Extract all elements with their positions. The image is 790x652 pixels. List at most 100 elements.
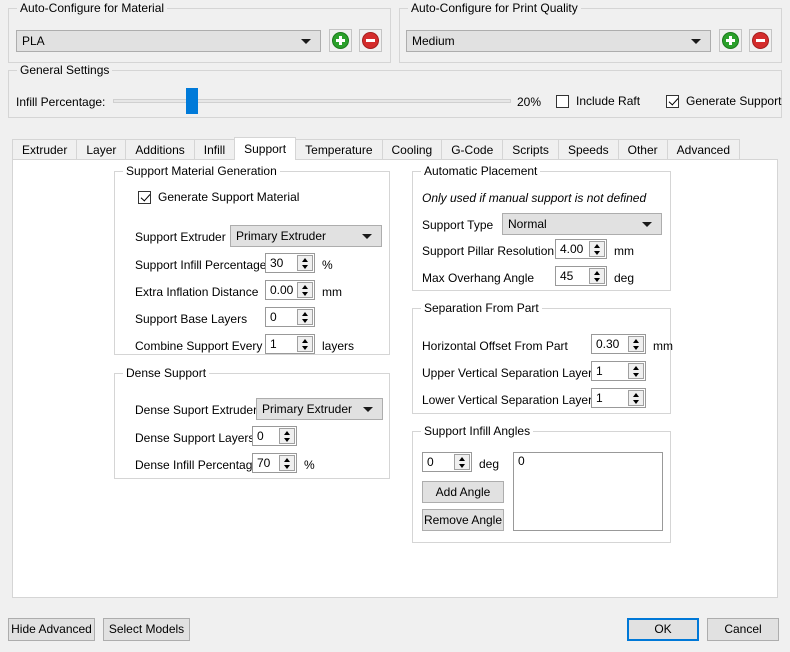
spin-up-icon[interactable] [629, 391, 643, 398]
tab-label: Other [627, 143, 658, 157]
dense-infill-percentage-spinbox[interactable]: 70 [252, 453, 297, 473]
tab-infill[interactable]: Infill [193, 139, 236, 160]
spin-down-icon[interactable] [298, 317, 312, 324]
horizontal-offset-spinbox[interactable]: 0.30 [591, 334, 646, 354]
tab-label: Scripts [512, 143, 549, 157]
tab-temperature[interactable]: Temperature [295, 139, 383, 160]
support-infill-angles-list[interactable]: 0 [513, 452, 663, 531]
dense-support-layers-spinbox[interactable]: 0 [252, 426, 297, 446]
support-type-label: Support Type [422, 218, 494, 232]
add-quality-button[interactable] [719, 29, 742, 52]
spin-up-icon[interactable] [280, 456, 294, 463]
spin-down-icon[interactable] [590, 249, 604, 256]
add-angle-button[interactable]: Add Angle [422, 481, 504, 503]
spinner-buttons[interactable] [628, 363, 644, 379]
tab-gcode[interactable]: G-Code [441, 139, 504, 160]
select-models-button[interactable]: Select Models [103, 618, 190, 641]
support-type-combobox[interactable]: Normal [502, 213, 662, 235]
support-extruder-value: Primary Extruder [236, 229, 327, 243]
tab-speeds[interactable]: Speeds [557, 139, 619, 160]
spin-down-icon[interactable] [280, 436, 294, 443]
tab-scripts[interactable]: Scripts [502, 139, 559, 160]
support-pillar-resolution-label: Support Pillar Resolution [422, 244, 555, 258]
spin-down-icon[interactable] [280, 463, 294, 470]
combine-support-every-spinbox[interactable]: 1 [265, 334, 315, 354]
remove-material-button[interactable] [359, 29, 382, 52]
spinner-buttons[interactable] [454, 454, 470, 470]
spin-up-icon[interactable] [590, 242, 604, 249]
material-combobox-value: PLA [22, 34, 45, 48]
automatic-placement-title: Automatic Placement [421, 165, 541, 178]
support-base-layers-spinbox[interactable]: 0 [265, 307, 315, 327]
spin-up-icon[interactable] [298, 337, 312, 344]
cancel-button[interactable]: Cancel [707, 618, 779, 641]
tab-extruder[interactable]: Extruder [12, 139, 78, 160]
chevron-down-icon [301, 39, 311, 44]
support-pillar-resolution-spinbox[interactable]: 4.00 [555, 239, 607, 259]
angle-spinbox[interactable]: 0 [422, 452, 472, 472]
spin-up-icon[interactable] [298, 256, 312, 263]
infill-percentage-slider-thumb[interactable] [186, 88, 198, 114]
spinner-buttons[interactable] [589, 241, 605, 257]
extra-inflation-distance-spinbox[interactable]: 0.00 [265, 280, 315, 300]
spin-down-icon[interactable] [298, 344, 312, 351]
spinner-buttons[interactable] [297, 255, 313, 271]
spinner-buttons[interactable] [628, 336, 644, 352]
tab-other[interactable]: Other [617, 139, 668, 160]
spin-up-icon[interactable] [455, 455, 469, 462]
chevron-down-icon [691, 39, 701, 44]
remove-quality-button[interactable] [749, 29, 772, 52]
tab-layer[interactable]: Layer [76, 139, 127, 160]
add-material-button[interactable] [329, 29, 352, 52]
tab-advanced[interactable]: Advanced [666, 139, 741, 160]
spin-down-icon[interactable] [629, 371, 643, 378]
spin-down-icon[interactable] [590, 276, 604, 283]
spin-up-icon[interactable] [280, 429, 294, 436]
spin-up-icon[interactable] [590, 269, 604, 276]
support-infill-percentage-unit: % [322, 258, 333, 272]
spin-value: 4.00 [560, 242, 584, 256]
spinner-buttons[interactable] [297, 336, 313, 352]
spin-up-icon[interactable] [298, 283, 312, 290]
support-infill-percentage-spinbox[interactable]: 30 [265, 253, 315, 273]
spinner-buttons[interactable] [297, 309, 313, 325]
remove-angle-button[interactable]: Remove Angle [422, 509, 504, 531]
include-raft-checkbox[interactable]: Include Raft [556, 94, 640, 108]
material-combobox[interactable]: PLA [16, 30, 321, 52]
spin-value: 0.30 [596, 337, 620, 351]
spinner-buttons[interactable] [279, 455, 295, 471]
infill-percentage-slider-track[interactable] [113, 99, 511, 103]
spin-down-icon[interactable] [298, 263, 312, 270]
spin-up-icon[interactable] [298, 310, 312, 317]
spin-up-icon[interactable] [629, 337, 643, 344]
spin-down-icon[interactable] [629, 344, 643, 351]
tab-label: Cooling [391, 143, 433, 157]
minus-circle-icon [362, 32, 379, 49]
spinner-buttons[interactable] [297, 282, 313, 298]
quality-combobox[interactable]: Medium [406, 30, 711, 52]
lower-vertical-separation-spinbox[interactable]: 1 [591, 388, 646, 408]
support-extruder-combobox[interactable]: Primary Extruder [230, 225, 382, 247]
upper-vertical-separation-spinbox[interactable]: 1 [591, 361, 646, 381]
spin-down-icon[interactable] [455, 462, 469, 469]
spin-down-icon[interactable] [298, 290, 312, 297]
dense-support-extruder-combobox[interactable]: Primary Extruder [256, 398, 383, 420]
spin-up-icon[interactable] [629, 364, 643, 371]
extra-inflation-distance-label: Extra Inflation Distance [135, 285, 259, 299]
spinner-buttons[interactable] [589, 268, 605, 284]
tab-additions[interactable]: Additions [125, 139, 195, 160]
max-overhang-angle-spinbox[interactable]: 45 [555, 266, 607, 286]
spinner-buttons[interactable] [279, 428, 295, 444]
generate-support-material-checkbox[interactable]: Generate Support Material [138, 190, 299, 204]
generate-support-checkbox[interactable]: Generate Support [666, 94, 781, 108]
hide-advanced-button[interactable]: Hide Advanced [8, 618, 95, 641]
spinner-buttons[interactable] [628, 390, 644, 406]
automatic-placement-note: Only used if manual support is not defin… [422, 191, 647, 205]
spin-down-icon[interactable] [629, 398, 643, 405]
list-item[interactable]: 0 [514, 453, 662, 470]
settings-tabbar: Extruder Layer Additions Infill Support … [12, 137, 741, 160]
support-infill-angles-title: Support Infill Angles [421, 425, 534, 438]
ok-button[interactable]: OK [627, 618, 699, 641]
tab-cooling[interactable]: Cooling [381, 139, 443, 160]
tab-support[interactable]: Support [234, 137, 297, 160]
